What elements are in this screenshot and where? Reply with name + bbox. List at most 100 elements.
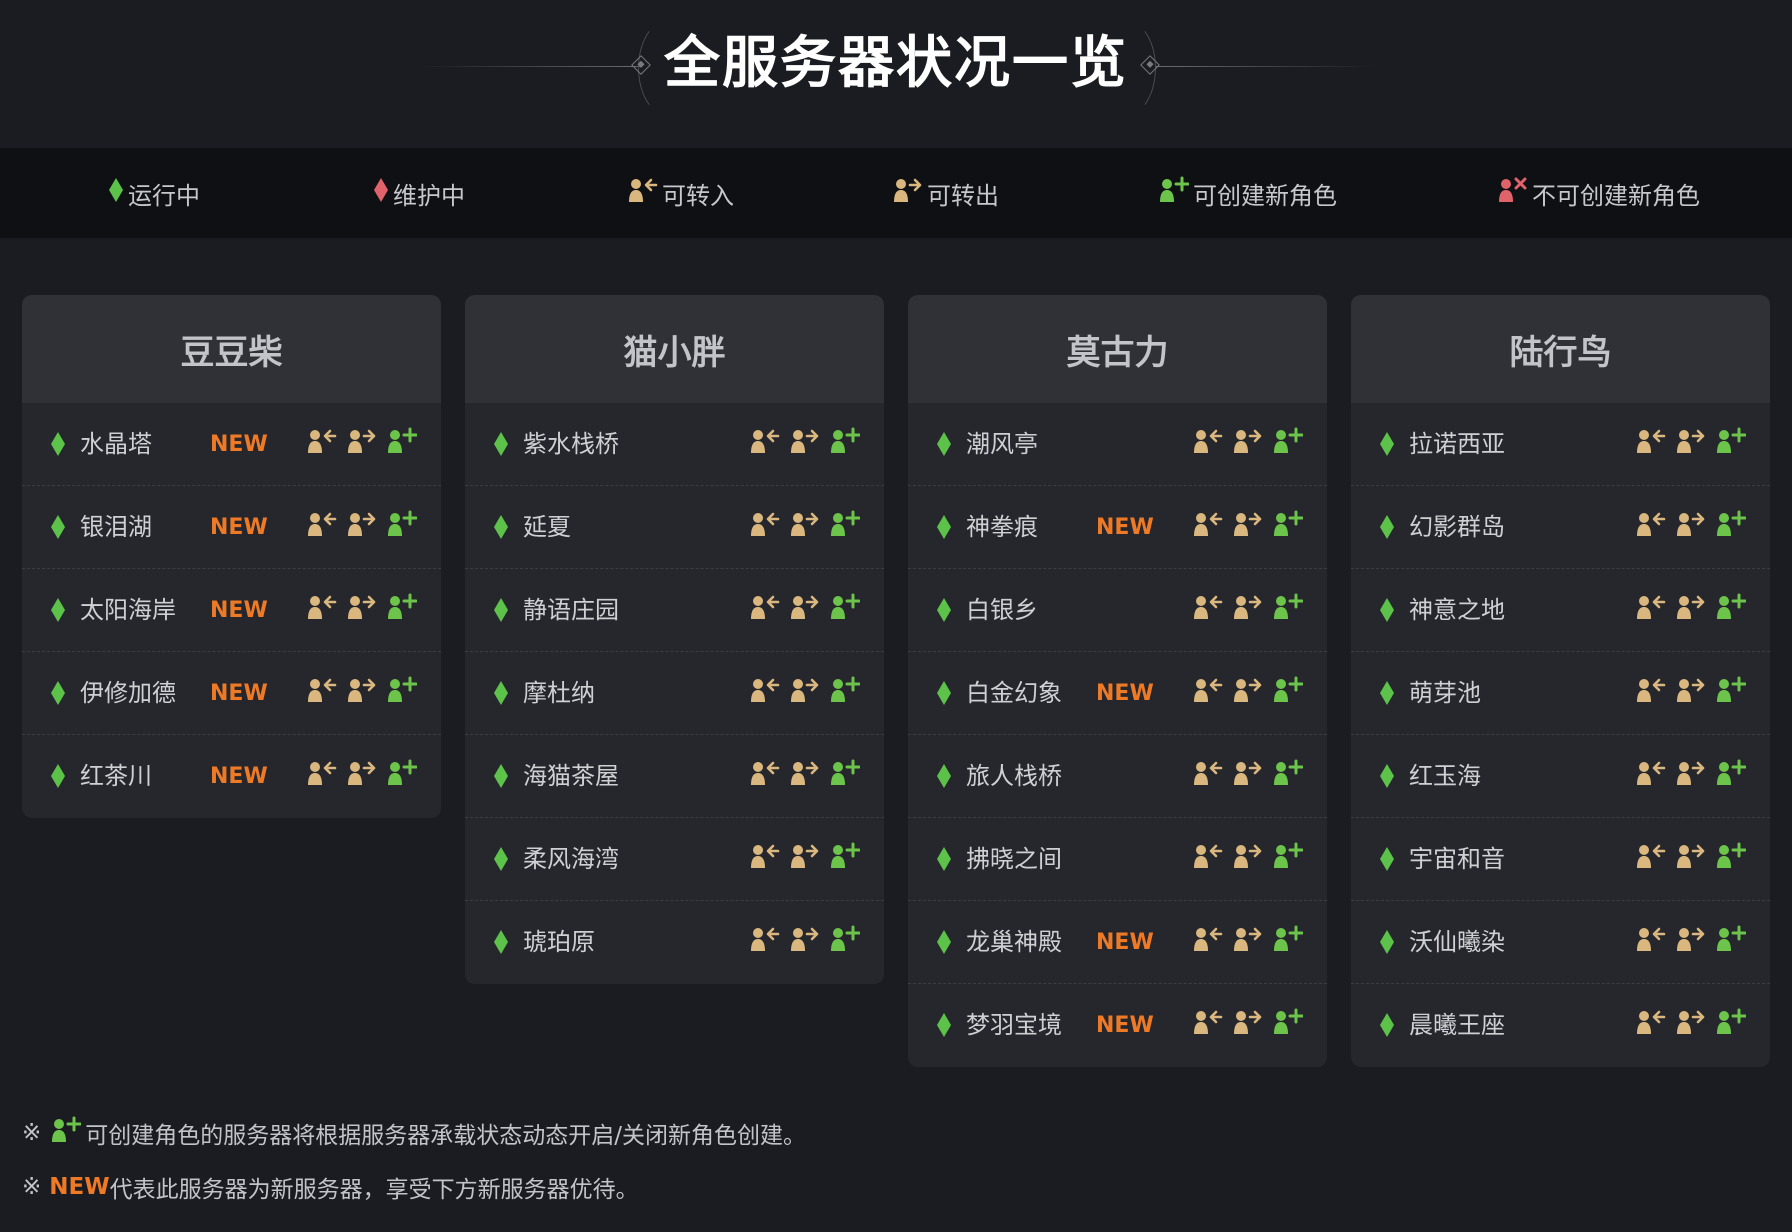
user-transfer-out-icon (790, 593, 820, 625)
user-transfer-in-icon (307, 510, 337, 542)
user-transfer-out-icon (1233, 1008, 1263, 1040)
user-transfer-in-icon (1193, 510, 1223, 542)
region-title: 陆行鸟 (1351, 295, 1770, 403)
server-name: 伊修加德 (80, 679, 176, 707)
region-card-luxingniao: 陆行鸟 拉诺西亚 幻影群岛 神意之地 萌芽池 红玉海 宇宙和音 沃仙曦染 晨曦王座 (1351, 295, 1770, 1067)
server-row: 红茶川 NEW (22, 735, 441, 818)
server-name: 幻影群岛 (1409, 513, 1505, 541)
user-transfer-out-icon (1676, 510, 1706, 542)
running-diamond-icon (936, 929, 952, 959)
server-list: 紫水栈桥 延夏 静语庄园 摩杜纳 海猫茶屋 柔风海湾 琥珀原 (465, 403, 884, 984)
server-row: 潮风亭 (908, 403, 1327, 486)
server-row: 琥珀原 (465, 901, 884, 984)
server-status-icons (1636, 593, 1747, 625)
legend-maintenance: 维护中 (373, 148, 465, 238)
user-transfer-out-icon (893, 176, 927, 210)
user-transfer-out-icon (1676, 676, 1706, 708)
server-name: 红玉海 (1409, 762, 1481, 790)
server-list: 水晶塔 NEW 银泪湖 NEW 太阳海岸 NEW 伊修加德 NEW 红茶川 NEW (22, 403, 441, 818)
server-status-icons (750, 842, 861, 874)
user-transfer-in-icon (1636, 1008, 1666, 1040)
server-name: 沃仙曦染 (1409, 928, 1505, 956)
server-status-icons (1636, 842, 1747, 874)
user-transfer-in-icon (628, 176, 662, 210)
server-status-icons (750, 925, 861, 957)
server-row: 神意之地 (1351, 569, 1770, 652)
user-transfer-in-icon (1193, 925, 1223, 957)
user-add-icon (1273, 676, 1304, 708)
server-status-icons (1193, 925, 1304, 957)
server-row: 幻影群岛 (1351, 486, 1770, 569)
user-transfer-in-icon (1636, 593, 1666, 625)
running-diamond-icon (1379, 929, 1395, 959)
legend-transfer-out: 可转出 (893, 148, 999, 238)
server-row: 伊修加德 NEW (22, 652, 441, 735)
server-name: 宇宙和音 (1409, 845, 1505, 873)
server-status-icons (307, 427, 418, 459)
running-diamond-icon (1379, 514, 1395, 544)
server-name: 红茶川 (80, 762, 152, 790)
user-add-icon (1716, 510, 1747, 542)
server-row: 神拳痕 NEW (908, 486, 1327, 569)
user-transfer-out-icon (1233, 593, 1263, 625)
user-add-icon (1273, 925, 1304, 957)
user-transfer-in-icon (307, 759, 337, 791)
server-status-icons (1193, 676, 1304, 708)
server-row: 银泪湖 NEW (22, 486, 441, 569)
server-status-icons (307, 676, 418, 708)
running-diamond-icon (936, 1012, 952, 1042)
running-diamond-icon (50, 431, 66, 461)
server-row: 海猫茶屋 (465, 735, 884, 818)
legend-transfer-out-label: 可转出 (927, 181, 999, 210)
server-row: 拂晓之间 (908, 818, 1327, 901)
note-new-server: ※ NEW 代表此服务器为新服务器，享受下方新服务器优待。 (22, 1170, 639, 1204)
user-transfer-out-icon (1676, 593, 1706, 625)
running-diamond-icon (493, 929, 509, 959)
server-name: 摩杜纳 (523, 679, 595, 707)
user-add-icon (387, 759, 418, 791)
user-add-icon (387, 427, 418, 459)
server-row: 梦羽宝境 NEW (908, 984, 1327, 1067)
user-transfer-out-icon (1676, 759, 1706, 791)
running-diamond-icon (936, 514, 952, 544)
running-diamond-icon (1379, 763, 1395, 793)
new-badge: NEW (210, 515, 268, 540)
user-transfer-out-icon (347, 510, 377, 542)
user-transfer-out-icon (790, 925, 820, 957)
server-status-icons (1193, 842, 1304, 874)
region-card-doudouchai: 豆豆柴 水晶塔 NEW 银泪湖 NEW 太阳海岸 NEW 伊修加德 NEW 红茶川 NEW (22, 295, 441, 818)
user-transfer-in-icon (750, 593, 780, 625)
note-mark: ※ (22, 1174, 42, 1200)
user-add-icon (1716, 842, 1747, 874)
user-add-icon (1159, 176, 1193, 210)
page-title: 全服务器状况一览 (664, 31, 1128, 96)
user-transfer-in-icon (1193, 427, 1223, 459)
server-name: 紫水栈桥 (523, 430, 619, 458)
region-card-maoxiaopang: 猫小胖 紫水栈桥 延夏 静语庄园 摩杜纳 海猫茶屋 柔风海湾 琥珀原 (465, 295, 884, 984)
server-status-icons (1193, 759, 1304, 791)
user-transfer-in-icon (750, 427, 780, 459)
user-add-icon (51, 1116, 82, 1150)
user-add-icon (387, 510, 418, 542)
running-diamond-icon (936, 597, 952, 627)
user-transfer-out-icon (790, 676, 820, 708)
server-row: 旅人栈桥 (908, 735, 1327, 818)
server-name: 太阳海岸 (80, 596, 176, 624)
user-transfer-out-icon (790, 427, 820, 459)
server-status-icons (1636, 1008, 1747, 1040)
server-name: 梦羽宝境 (966, 1011, 1062, 1039)
user-add-icon (1273, 1008, 1304, 1040)
server-row: 宇宙和音 (1351, 818, 1770, 901)
running-diamond-icon (936, 846, 952, 876)
user-transfer-out-icon (1233, 925, 1263, 957)
running-diamond-icon (50, 680, 66, 710)
user-transfer-out-icon (1233, 842, 1263, 874)
running-diamond-icon (493, 680, 509, 710)
server-status-icons (1636, 925, 1747, 957)
page-header: 全服务器状况一览 (0, 0, 1792, 148)
user-transfer-out-icon (790, 842, 820, 874)
running-diamond-icon (493, 431, 509, 461)
server-status-icons (1193, 510, 1304, 542)
server-row: 柔风海湾 (465, 818, 884, 901)
new-badge: NEW (210, 432, 268, 457)
